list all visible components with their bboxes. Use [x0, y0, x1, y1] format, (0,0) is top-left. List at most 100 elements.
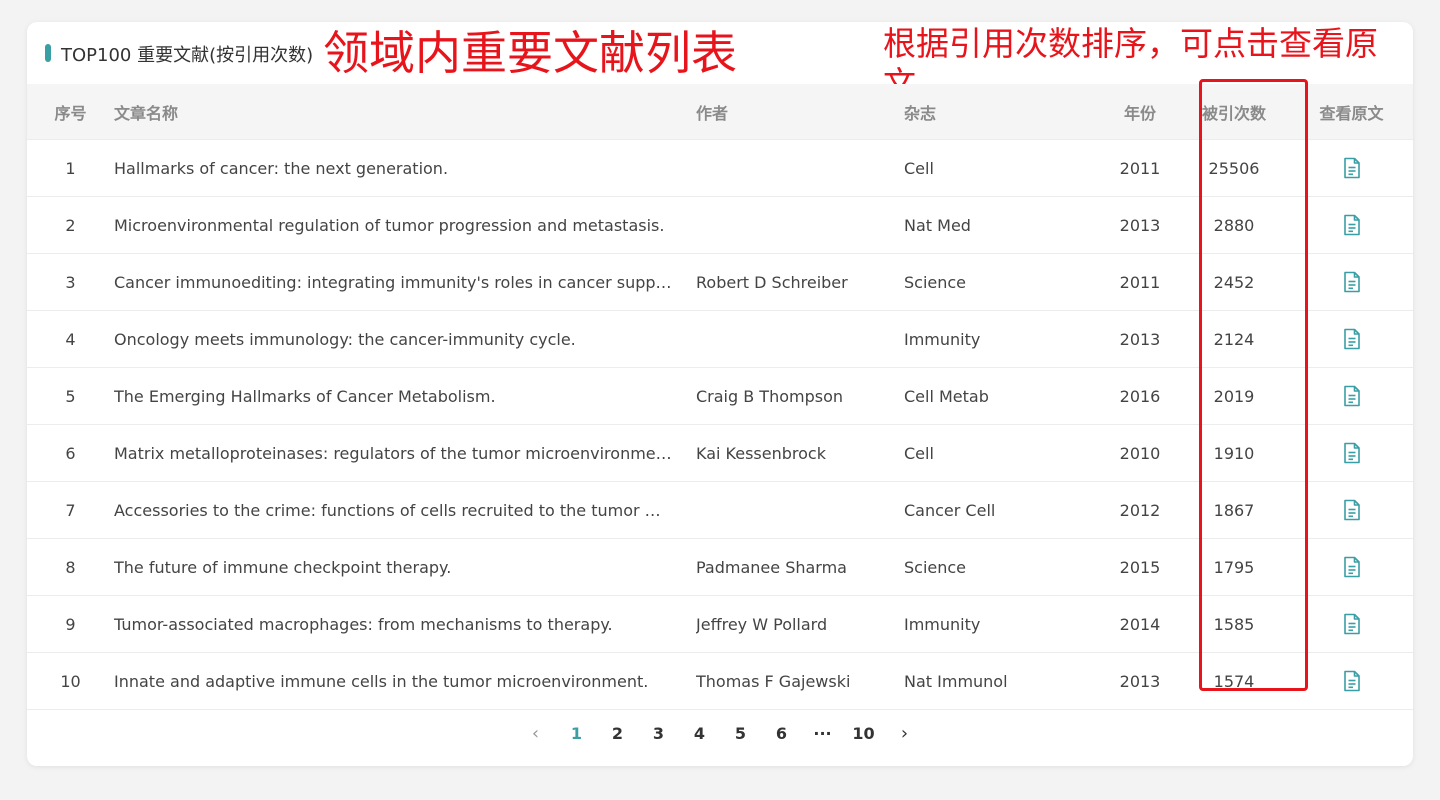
pagination-ellipsis[interactable]: ···	[802, 722, 843, 746]
cell-index: 8	[27, 538, 114, 596]
pagination: ‹ 1 2 3 4 5 6 ··· 10 ›	[27, 722, 1413, 746]
cell-index: 2	[27, 196, 114, 254]
document-icon[interactable]	[1342, 442, 1362, 464]
table-row: 1 Hallmarks of cancer: the next generatio…	[27, 139, 1413, 197]
cell-index: 1	[27, 139, 114, 197]
cell-view	[1290, 253, 1413, 311]
cell-index: 5	[27, 367, 114, 425]
cell-index: 6	[27, 424, 114, 482]
cell-view	[1290, 424, 1413, 482]
annotation-left: 领域内重要文献列表	[323, 26, 737, 80]
cell-author: Craig B Thompson	[696, 367, 904, 425]
cell-citations: 2124	[1178, 310, 1290, 368]
card-title: TOP100 重要文献(按引用次数)	[61, 45, 314, 66]
cell-citations: 1585	[1178, 595, 1290, 653]
cell-citations: 2019	[1178, 367, 1290, 425]
document-icon[interactable]	[1342, 613, 1362, 635]
page-3-button[interactable]: 3	[638, 722, 679, 746]
document-icon[interactable]	[1342, 556, 1362, 578]
cell-year: 2013	[1102, 652, 1178, 710]
page-1-button[interactable]: 1	[556, 722, 597, 746]
cell-index: 3	[27, 253, 114, 311]
cell-author	[696, 139, 904, 197]
cell-journal: Cancer Cell	[904, 481, 1102, 539]
table-row: 2 Microenvironmental regulation of tumor …	[27, 196, 1413, 254]
table-row: 8 The future of immune checkpoint therapy…	[27, 538, 1413, 596]
cell-author: Kai Kessenbrock	[696, 424, 904, 482]
col-header-year: 年份	[1102, 84, 1178, 140]
cell-journal: Science	[904, 538, 1102, 596]
cell-title: The Emerging Hallmarks of Cancer Metabol…	[114, 367, 696, 425]
table-header-row: 序号 文章名称 作者 杂志 年份 被引次数 查看原文	[27, 84, 1413, 140]
document-icon[interactable]	[1342, 499, 1362, 521]
cell-year: 2010	[1102, 424, 1178, 482]
cell-citations: 1574	[1178, 652, 1290, 710]
literature-card: TOP100 重要文献(按引用次数) 领域内重要文献列表 根据引用次数排序，可点…	[27, 22, 1413, 766]
cell-year: 2015	[1102, 538, 1178, 596]
cell-view	[1290, 595, 1413, 653]
article-title: Microenvironmental regulation of tumor p…	[114, 215, 665, 235]
col-header-view: 查看原文	[1290, 84, 1413, 140]
page-2-button[interactable]: 2	[597, 722, 638, 746]
cell-view	[1290, 538, 1413, 596]
table-row: 5 The Emerging Hallmarks of Cancer Metabo…	[27, 367, 1413, 425]
cell-index: 10	[27, 652, 114, 710]
article-title: Innate and adaptive immune cells in the …	[114, 671, 649, 691]
cell-title: Oncology meets immunology: the cancer-im…	[114, 310, 696, 368]
col-header-journal: 杂志	[904, 84, 1102, 140]
article-title: Tumor-associated macrophages: from mecha…	[114, 614, 613, 634]
cell-title: Hallmarks of cancer: the next generation…	[114, 139, 696, 197]
page-10-button[interactable]: 10	[843, 722, 884, 746]
document-icon[interactable]	[1342, 328, 1362, 350]
cell-journal: Immunity	[904, 595, 1102, 653]
card-header: TOP100 重要文献(按引用次数) 领域内重要文献列表 根据引用次数排序，可点…	[27, 22, 1413, 103]
cell-citations: 2452	[1178, 253, 1290, 311]
table-row: 4 Oncology meets immunology: the cancer-i…	[27, 310, 1413, 368]
cell-title: The future of immune checkpoint therapy.	[114, 538, 696, 596]
document-icon[interactable]	[1342, 157, 1362, 179]
cell-author	[696, 196, 904, 254]
cell-citations: 1910	[1178, 424, 1290, 482]
cell-citations: 1795	[1178, 538, 1290, 596]
cell-citations: 25506	[1178, 139, 1290, 197]
table-row: 7 Accessories to the crime: functions of …	[27, 481, 1413, 539]
cell-view	[1290, 139, 1413, 197]
cell-citations: 2880	[1178, 196, 1290, 254]
cell-journal: Science	[904, 253, 1102, 311]
cell-journal: Nat Immunol	[904, 652, 1102, 710]
cell-index: 4	[27, 310, 114, 368]
cell-title: Cancer immunoediting: integrating immuni…	[114, 253, 696, 311]
col-header-citations: 被引次数	[1178, 84, 1290, 140]
literature-table: 序号 文章名称 作者 杂志 年份 被引次数 查看原文 1 Hallmarks of…	[27, 84, 1413, 710]
cell-author	[696, 481, 904, 539]
page-4-button[interactable]: 4	[679, 722, 720, 746]
document-icon[interactable]	[1342, 385, 1362, 407]
prev-page-button[interactable]: ‹	[515, 722, 556, 746]
document-icon[interactable]	[1342, 670, 1362, 692]
cell-view	[1290, 310, 1413, 368]
cell-view	[1290, 652, 1413, 710]
cell-journal: Immunity	[904, 310, 1102, 368]
page-6-button[interactable]: 6	[761, 722, 802, 746]
cell-year: 2011	[1102, 139, 1178, 197]
cell-view	[1290, 367, 1413, 425]
table-row: 3 Cancer immunoediting: integrating immun…	[27, 253, 1413, 311]
cell-journal: Cell	[904, 139, 1102, 197]
cell-year: 2016	[1102, 367, 1178, 425]
cell-index: 9	[27, 595, 114, 653]
document-icon[interactable]	[1342, 271, 1362, 293]
col-header-index: 序号	[27, 84, 114, 140]
table-row: 10 Innate and adaptive immune cells in th…	[27, 652, 1413, 710]
article-title: Accessories to the crime: functions of c…	[114, 500, 674, 520]
article-title: The Emerging Hallmarks of Cancer Metabol…	[114, 386, 496, 406]
cell-title: Accessories to the crime: functions of c…	[114, 481, 696, 539]
cell-title: Tumor-associated macrophages: from mecha…	[114, 595, 696, 653]
cell-author: Jeffrey W Pollard	[696, 595, 904, 653]
cell-year: 2013	[1102, 196, 1178, 254]
cell-author: Thomas F Gajewski	[696, 652, 904, 710]
next-page-button[interactable]: ›	[884, 722, 925, 746]
cell-author	[696, 310, 904, 368]
document-icon[interactable]	[1342, 214, 1362, 236]
article-title: Oncology meets immunology: the cancer-im…	[114, 329, 576, 349]
page-5-button[interactable]: 5	[720, 722, 761, 746]
